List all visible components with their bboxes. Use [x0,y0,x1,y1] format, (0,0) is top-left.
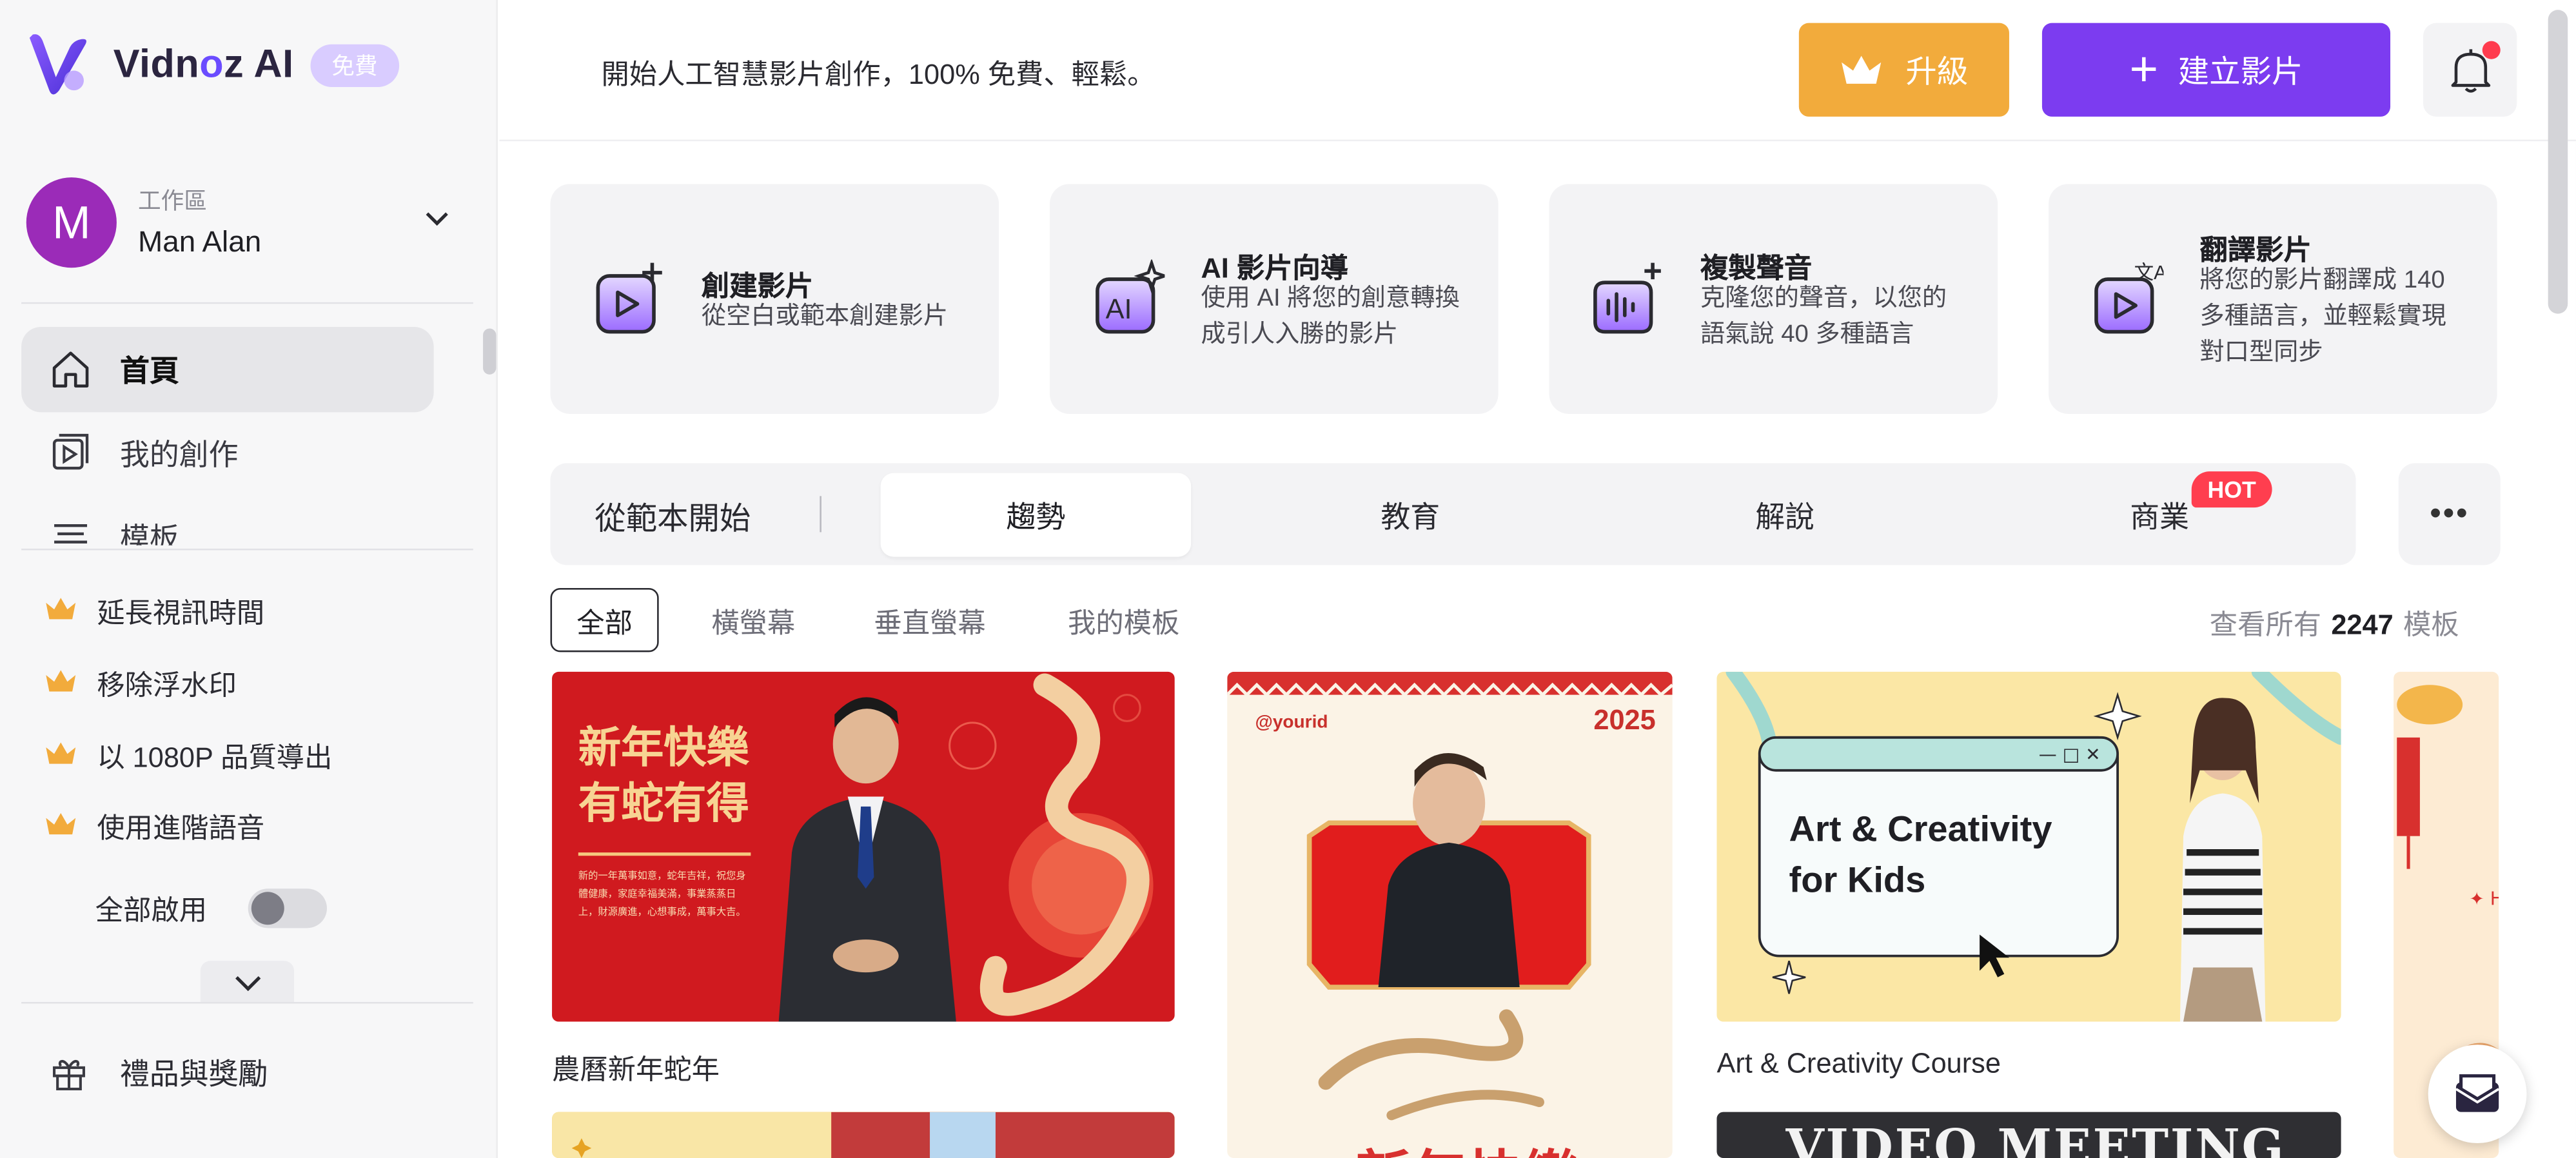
template-card-lunar-new-year[interactable]: 新年快樂 有蛇有得 新的一年萬事如意，蛇年吉祥，祝您身體健康，家庭幸福美滿，事業… [552,671,1175,1022]
svg-text:— □ ✕: — □ ✕ [2039,743,2101,765]
crown-icon [46,813,76,835]
divider [820,496,821,533]
card-headline: VIDEO MEETING [1785,1120,2286,1158]
tagline: 開始人工智慧影片創作，100% 免費、輕鬆。 [601,59,1155,91]
perk-remove-watermark[interactable]: 移除浮水印 [44,660,237,703]
home-icon [52,351,89,388]
feature-description: 將您的影片翻譯成 140 多種語言，並輕鬆實現對口型同步 [2199,266,2446,367]
template-thumbnail [1227,671,1673,1121]
hot-badge: HOT [2191,471,2272,508]
card-headline: 新年快樂 有蛇有得 [578,724,749,830]
feature-title: 創建影片 [701,271,814,302]
template-thumbnail [552,1112,1175,1158]
play-square-icon [52,433,89,470]
support-mail-button[interactable] [2428,1045,2527,1144]
divider [21,1001,473,1004]
avatar: M [26,176,117,267]
feature-card-create-video[interactable]: 創建影片 從空白或範本創建影片 [550,184,999,414]
enable-all-toggle[interactable] [248,887,328,928]
nav-item-templates[interactable]: 模板 [21,495,433,545]
divider [21,548,473,551]
feature-title: AI 影片向導 [1201,253,1349,284]
crown-icon [46,670,76,692]
tabs-lead-label: 從範本開始 [595,502,751,538]
svg-text:AI: AI [1106,294,1132,325]
enable-all-row: 全部啟用 [95,887,328,928]
perk-advanced-voice[interactable]: 使用進階語音 [44,803,264,846]
crown-icon [46,598,76,620]
more-options-button[interactable]: ••• [2398,463,2501,565]
expand-perks-button[interactable] [200,961,295,1002]
filter-all[interactable]: 全部 [550,588,659,653]
divider [21,302,473,304]
template-caption: Art & Creativity Course [1716,1048,2001,1079]
gifts-and-rewards-link[interactable]: 禮品與獎勵 [49,1051,268,1094]
mail-icon [2455,1074,2500,1112]
card-body-text: 新的一年萬事如意，蛇年吉祥，祝您身體健康，家庭幸福美滿，事業蒸蒸日上，財源廣進，… [578,872,746,919]
chevron-down-icon [234,975,261,990]
plus-icon: + [2129,41,2159,97]
template-card-new-year-2025[interactable]: @yourid 2025 新年快樂 [1227,671,1673,1158]
translate-video-icon: 文A [2094,262,2164,334]
notifications-button[interactable] [2423,23,2517,117]
nav-item-my-creations[interactable]: 我的創作 [21,411,433,496]
gift-icon [53,1059,85,1091]
feature-description: 從空白或範本創建影片 [701,302,949,331]
tab-education[interactable]: 教育 [1255,473,1566,557]
feature-description: 克隆您的聲音，以您的語氣說 40 多種語言 [1700,284,1947,349]
filter-portrait[interactable]: 垂直螢幕 [874,588,985,652]
filter-my-templates[interactable]: 我的模板 [1068,588,1179,652]
sidebar: Vidnoz AI 免費 M 工作區 Man Alan 首頁 我的創作 模板 延… [0,0,498,1158]
ai-wizard-icon: AI [1096,259,1165,334]
workspace-switcher[interactable]: M 工作區 Man Alan [26,176,470,268]
svg-text:文A: 文A [2134,262,2164,284]
notification-dot [2482,41,2501,59]
ellipsis-icon: ••• [2430,495,2470,532]
tab-trending[interactable]: 趨勢 [880,473,1192,557]
template-count: 2247 [2331,609,2394,641]
template-card-video-meeting[interactable]: VIDEO MEETING [1716,1112,2341,1158]
brand-logo[interactable]: Vidnoz AI 免費 [26,30,399,102]
feature-card-translate-video[interactable]: 文A 翻譯影片 將您的影片翻譯成 140 多種語言，並輕鬆實現對口型同步 [2049,184,2497,414]
sidebar-scrollbar[interactable] [483,328,497,375]
template-icon [54,524,88,544]
perk-extend-duration[interactable]: 延長視訊時間 [44,588,264,631]
create-video-icon [596,262,662,334]
view-all-templates-link[interactable]: 查看所有 2247 模板 [2210,601,2459,642]
template-card-partial[interactable] [552,1112,1175,1158]
brand-name: Vidnoz AI [113,43,294,88]
card-footer-text: 新年快樂 [1355,1132,1579,1158]
vidnoz-logo-icon [29,34,86,95]
feature-title: 翻譯影片 [2199,235,2312,266]
template-category-tabs: 從範本開始 趨勢 教育 解說 商業 [550,463,2356,565]
template-caption: 農曆新年蛇年 [552,1054,720,1086]
nav-list: 首頁 我的創作 模板 [0,312,498,545]
workspace-label: 工作區 [138,187,208,214]
create-video-button[interactable]: + 建立影片 [2041,23,2391,117]
nav-item-home[interactable]: 首頁 [21,326,434,413]
top-bar: 開始人工智慧影片創作，100% 免費、輕鬆。 升級 + 建立影片 [499,0,2576,142]
crown-icon [1842,55,1882,83]
feature-card-clone-voice[interactable]: 複製聲音 克隆您的聲音，以您的語氣說 40 多種語言 [1549,184,1998,414]
feature-title: 複製聲音 [1700,253,1813,284]
workspace-name: Man Alan [138,225,262,258]
card-year: 2025 [1593,704,1656,736]
card-handle: @yourid [1255,712,1328,733]
filter-landscape[interactable]: 橫螢幕 [711,588,795,652]
free-badge: 免費 [310,44,399,88]
feature-description: 使用 AI 將您的創意轉換成引人入勝的影片 [1201,284,1460,349]
svg-text:✦ H: ✦ H [2469,888,2499,910]
tab-explainer[interactable]: 解說 [1629,473,1940,557]
upgrade-button[interactable]: 升級 [1798,23,2009,117]
clone-voice-icon [1593,262,1661,334]
perk-export-1080p[interactable]: 以 1080P 品質導出 [44,732,332,775]
template-card-art-creativity[interactable]: — □ ✕ Art & Creativity for Kids [1716,671,2341,1022]
crown-icon [46,742,76,764]
card-headline: Art & Creativity for Kids [1789,808,2052,901]
page-scrollbar[interactable] [2548,10,2568,314]
feature-card-ai-wizard[interactable]: AI AI 影片向導 使用 AI 將您的創意轉換成引人入勝的影片 [1050,184,1499,414]
enable-all-label: 全部啟用 [95,895,208,927]
chevron-down-icon[interactable] [424,205,450,231]
